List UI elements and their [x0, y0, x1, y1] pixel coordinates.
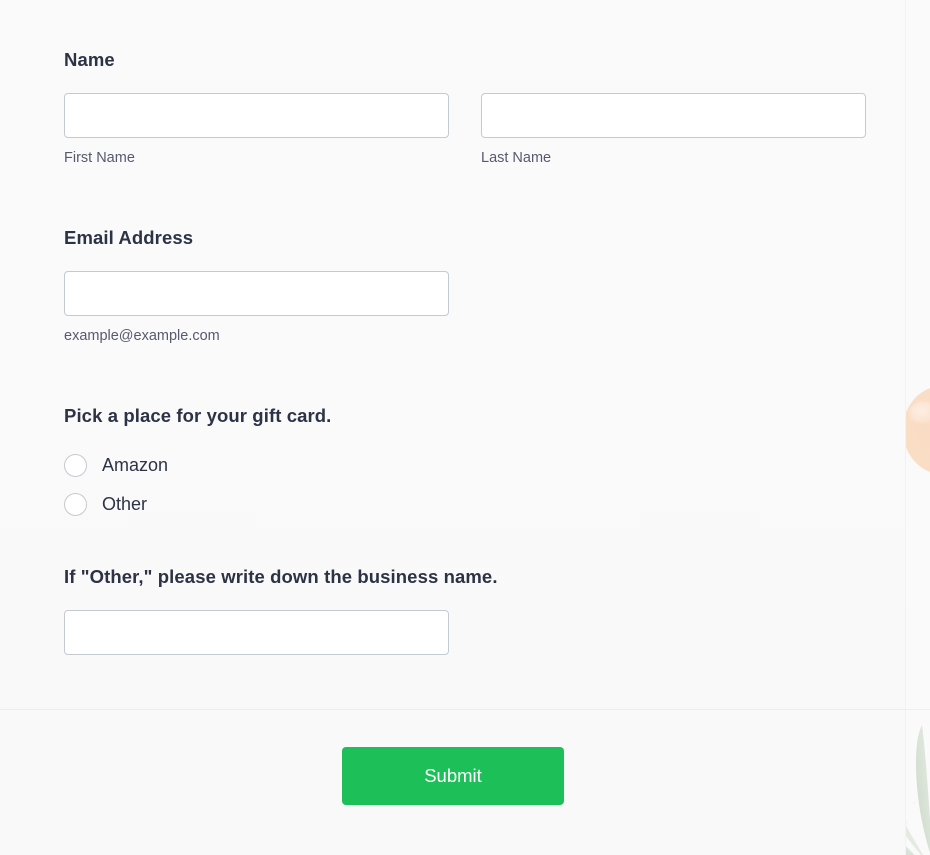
gift-card-form: Name First Name Last Name Email Address …	[0, 0, 930, 655]
field-group-name: Name First Name Last Name	[64, 48, 930, 168]
email-input-row: example@example.com	[64, 270, 930, 346]
radio-label-amazon: Amazon	[102, 455, 169, 476]
radio-circle-icon-other[interactable]	[64, 492, 87, 516]
radio-option-other[interactable]: Other	[64, 485, 147, 524]
radio-group-gift-card-place: Amazon Other	[64, 446, 930, 524]
field-label-gift-card-place: Pick a place for your gift card.	[64, 404, 332, 426]
spacer-after-radios	[64, 524, 930, 565]
last-name-input[interactable]	[481, 93, 866, 139]
spacer-after-email	[64, 346, 930, 404]
email-input[interactable]	[64, 270, 449, 316]
field-group-email: Email Address example@example.com	[64, 226, 930, 346]
submit-button[interactable]: Submit	[342, 747, 564, 805]
first-name-sub-label: First Name	[64, 150, 135, 167]
business-name-input[interactable]	[64, 609, 449, 655]
business-name-cell	[64, 609, 449, 655]
field-group-business-name: If "Other," please write down the busine…	[64, 565, 930, 655]
last-name-cell: Last Name	[481, 93, 866, 168]
business-name-input-row	[64, 609, 930, 655]
radio-option-amazon[interactable]: Amazon	[64, 446, 168, 485]
field-group-gift-card-place: Pick a place for your gift card. Amazon …	[64, 404, 930, 524]
field-label-name: Name	[64, 49, 115, 70]
email-sub-label: example@example.com	[64, 327, 220, 344]
name-input-row: First Name Last Name	[64, 93, 930, 168]
first-name-cell: First Name	[64, 93, 449, 168]
form-footer: Submit	[0, 710, 906, 805]
last-name-sub-label: Last Name	[481, 150, 552, 167]
radio-circle-icon-amazon[interactable]	[64, 453, 87, 477]
spacer-after-name	[64, 168, 930, 226]
field-label-email: Email Address	[64, 226, 194, 248]
field-label-business-name: If "Other," please write down the busine…	[64, 565, 498, 587]
first-name-input[interactable]	[64, 93, 449, 139]
email-cell: example@example.com	[64, 270, 449, 346]
radio-label-other: Other	[102, 494, 148, 515]
